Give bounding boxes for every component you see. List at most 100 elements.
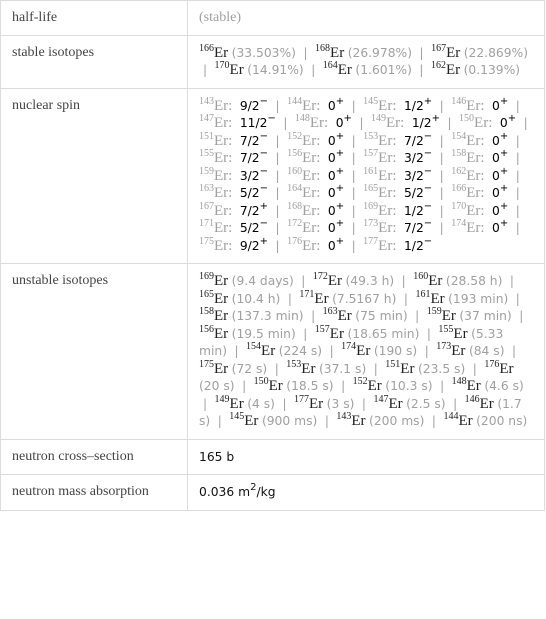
spin-entry: 174Er: 0+ [451,219,508,237]
mass-number: 156 [287,148,303,159]
element-symbol: Er: [214,185,233,201]
element-symbol: Er: [474,115,493,131]
separator: | [275,133,280,148]
isotope-symbol: 166Er [199,43,229,61]
spin-value: 1/2+ [400,96,432,113]
element-symbol: Er: [309,115,329,131]
separator: | [351,133,356,148]
mass-number: 170 [451,200,467,212]
parity: − [423,235,433,247]
isotope-symbol: 177Er [294,394,323,412]
separator: | [351,168,356,183]
isotope-note: (20 s) [199,379,235,393]
spin-entry: 163Er: 5/2− [199,184,268,202]
mass-number: 148 [294,113,310,124]
row-stable-isotopes: stable isotopes 166Er (33.503%) | 168Er … [0,34,545,89]
spin-value: 0+ [324,166,344,183]
element-symbol: Er [329,325,344,342]
spin-value: 0+ [488,149,508,166]
separator: | [515,168,520,183]
isotope-symbol: 143Er: [199,96,232,114]
spin-value: 3/2− [400,166,432,183]
isotope-symbol: 151Er [385,359,414,377]
spin-number: 7/2 [403,133,424,148]
label-unstable-isotopes: unstable isotopes [0,263,188,440]
row-neutron-mass-absorption: neutron mass absorption 0.036 m2/kg [0,474,545,511]
separator: | [419,45,424,60]
parity: − [259,148,269,159]
spin-value: 5/2− [236,184,268,201]
mass-number: 172 [312,271,328,282]
parity: + [335,183,345,194]
mass-number: 165 [199,288,214,300]
isotope-note: (14.91%) [247,63,304,77]
isotope-symbol: 161Er: [363,166,396,184]
element-symbol: Er [214,44,229,61]
mass-number: 147 [199,113,214,124]
isotope-entry: 174Er (190 s) [341,342,417,360]
isotope-symbol: 160Er: [287,166,320,184]
separator: | [472,361,477,376]
element-symbol: Er [229,62,244,78]
parity: − [423,200,433,212]
spin-value: 7/2− [236,148,269,166]
spin-number: 9/2 [239,238,260,253]
label-neutron-mass-absorption: neutron mass absorption [0,474,188,511]
isotope-symbol: 149Er: [371,114,404,132]
mass-number: 159 [199,165,214,177]
isotope-symbol: 159Er [427,307,456,325]
mass-number: 164 [287,183,303,194]
spin-value: 0+ [488,201,508,218]
isotope-note: (26.978%) [347,45,413,60]
spin-entry: 161Er: 3/2− [363,166,432,184]
element-symbol: Er: [302,237,321,254]
element-symbol: Er [453,325,468,342]
spin-number: 0 [335,116,344,130]
spin-entry: 149Er: 1/2+ [371,114,440,132]
spin-number: 11/2 [239,116,268,130]
element-symbol: Er: [466,185,485,201]
isotope-symbol: 170Er: [451,200,484,219]
element-symbol: Er: [378,237,397,254]
isotope-symbol: 166Er: [451,184,485,202]
mass-number: 176 [287,235,303,247]
parity: − [259,218,269,229]
spin-number: 0 [327,168,336,183]
isotope-note: (10.3 s) [385,379,433,393]
separator: | [242,379,247,393]
separator: | [282,396,287,411]
separator: | [359,116,364,130]
isotope-note: (72 s) [231,361,268,376]
isotope-symbol: 173Er: [363,219,396,237]
isotope-symbol: 162Er: [451,166,484,184]
spin-number: 0 [492,98,500,113]
mass-number: 163 [322,306,338,317]
spin-number: 0 [327,186,336,200]
spin-entry: 177Er: 1/2− [363,235,433,254]
separator: | [275,221,280,235]
isotope-note: (37.1 s) [318,361,367,376]
spin-value: 1/2− [400,200,433,218]
element-symbol: Er: [302,97,321,114]
mass-number: 146 [464,393,480,405]
isotope-symbol: 146Er: [451,96,484,114]
separator: | [361,396,366,411]
separator: | [515,98,520,113]
mass-number: 164 [322,60,338,71]
parity: + [499,183,509,194]
element-symbol: Er: [378,185,397,201]
parity: − [423,130,433,142]
element-symbol: Er [244,413,259,429]
element-symbol: Er [214,325,229,342]
isotope-entry: 160Er (28.58 h) [413,272,502,290]
isotope-note: (18.5 s) [286,379,334,393]
isotope-entry: 169Er (9.4 days) [199,272,294,290]
isotope-entry: 163Er (75 min) [322,306,408,325]
parity: + [259,235,269,247]
mass-number: 150 [459,113,475,124]
element-symbol: Er [499,360,514,377]
separator: | [439,133,444,148]
element-symbol: Er [428,273,443,289]
spin-number: 1/2 [403,238,424,253]
separator: | [217,414,222,428]
